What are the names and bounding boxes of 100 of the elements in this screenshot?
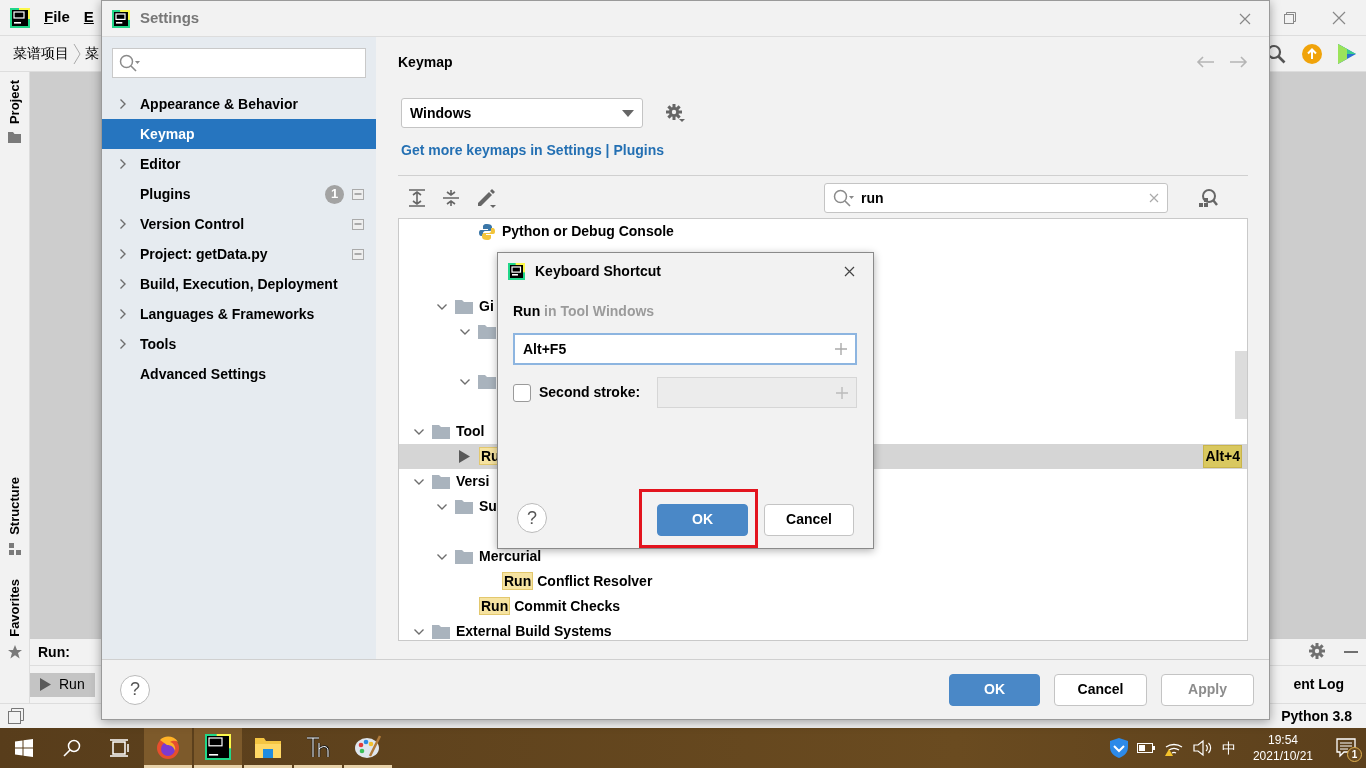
caret-icon	[622, 109, 634, 117]
app-logo	[112, 9, 130, 28]
action-label[interactable]: Versi	[456, 471, 490, 492]
shortcut-label: Alt+4	[1203, 445, 1242, 468]
shortcut-field[interactable]	[657, 377, 857, 408]
play-icon	[40, 678, 51, 691]
run-tab[interactable]: Run	[30, 672, 95, 697]
action-label[interactable]: Run Conflict Resolver	[502, 571, 653, 592]
restore-icon[interactable]	[1284, 11, 1296, 24]
checkbox[interactable]	[513, 383, 531, 402]
interpreter-label[interactable]: Python 3.8	[1281, 705, 1352, 727]
volume-icon[interactable]	[1192, 739, 1213, 757]
ok-button[interactable]: OK	[657, 503, 748, 536]
close-icon[interactable]	[844, 265, 855, 277]
windows-icon	[15, 739, 33, 757]
folder-icon	[432, 624, 450, 639]
plugins-link[interactable]: Get more keymaps in Settings | Plugins	[401, 142, 664, 158]
settings-category[interactable]: Plugins	[140, 183, 191, 205]
action-label[interactable]: Tool	[456, 421, 485, 442]
clock-time[interactable]: 19:54	[1267, 731, 1298, 748]
dialog-button[interactable]: Cancel	[1054, 673, 1147, 706]
breadcrumb-item[interactable]: 菜	[85, 43, 99, 64]
settings-category[interactable]: Advanced Settings	[140, 363, 267, 385]
checkbox-label[interactable]: Second stroke:	[539, 382, 641, 403]
help-button[interactable]: ?	[120, 674, 150, 705]
action-label[interactable]: External Build Systems	[456, 621, 612, 640]
app-logo	[508, 262, 525, 280]
page-title: Keymap	[398, 52, 453, 72]
dialog-title: Keyboard Shortcut	[535, 261, 661, 281]
search-field[interactable]: run	[824, 183, 1168, 213]
app-logo	[10, 7, 30, 28]
action-label[interactable]: Gi	[479, 296, 494, 317]
side-tab[interactable]: Favorites	[4, 579, 25, 637]
breadcrumb-separator-icon	[73, 42, 81, 65]
search-icon	[833, 189, 855, 207]
settings-category[interactable]: Tools	[140, 333, 177, 355]
shield-icon[interactable]	[1109, 738, 1128, 758]
folder-icon[interactable]	[255, 735, 281, 758]
action-title: Run in Tool Windows	[513, 302, 656, 321]
firefox-icon[interactable]	[155, 733, 181, 760]
folder-icon	[455, 299, 473, 314]
settings-category[interactable]: Build, Execution, Deployment	[140, 273, 338, 295]
folder-icon	[478, 324, 496, 339]
side-tab[interactable]: Project	[4, 80, 25, 125]
settings-category[interactable]: Editor	[140, 153, 181, 175]
tool-window-label[interactable]: ent Log	[1293, 674, 1344, 695]
find-shortcut-icon[interactable]	[1198, 188, 1218, 208]
star-icon	[7, 645, 22, 659]
keymap-dropdown[interactable]: Windows	[401, 98, 643, 128]
structure-icon	[8, 543, 21, 556]
action-label[interactable]: Su	[479, 496, 497, 517]
ok-button[interactable]: OK	[949, 673, 1040, 706]
folder-icon	[8, 132, 21, 144]
settings-category[interactable]: Languages & Frameworks	[140, 303, 315, 325]
play-icon	[458, 450, 470, 463]
collapse-all-icon[interactable]	[442, 189, 460, 207]
pycharm-icon	[205, 733, 231, 760]
play-logo-icon[interactable]	[1338, 43, 1356, 64]
taskbar-app[interactable]	[194, 728, 242, 768]
battery-icon[interactable]	[1136, 742, 1155, 754]
update-count: 1	[325, 184, 344, 204]
window-title: Settings	[140, 8, 200, 29]
settings-icon[interactable]	[1308, 642, 1328, 662]
settings-category[interactable]: Keymap	[140, 123, 195, 145]
settings-category[interactable]: Version Control	[140, 213, 245, 235]
palette-icon[interactable]	[354, 733, 382, 760]
menu-item[interactable]: E	[83, 6, 94, 29]
scrollbar[interactable]	[1235, 351, 1247, 419]
python-icon	[478, 222, 496, 241]
folder-icon	[432, 474, 450, 489]
action-label[interactable]: Mercurial	[479, 546, 542, 567]
notification-count: 1	[1347, 747, 1362, 762]
folder-icon	[432, 424, 450, 439]
input-method-indicator[interactable]: 中	[1221, 737, 1236, 759]
menu-item[interactable]: File	[44, 6, 70, 29]
plus-icon	[835, 343, 847, 355]
action-label[interactable]: Python or Debug Console	[502, 221, 674, 242]
settings-category[interactable]: Appearance & Behavior	[140, 93, 298, 115]
search-icon	[119, 54, 141, 72]
folder-icon	[478, 374, 496, 389]
clock-date[interactable]: 2021/10/21	[1252, 748, 1313, 765]
settings-category[interactable]: Project: getData.py	[140, 243, 268, 265]
settings-icon[interactable]	[665, 103, 685, 123]
shortcut-field[interactable]: Alt+F5	[513, 333, 857, 365]
notification-icon[interactable]	[1336, 738, 1356, 758]
panel-title: Run:	[38, 642, 70, 662]
app-icon[interactable]	[305, 734, 331, 759]
side-tab[interactable]: Structure	[4, 477, 25, 536]
action-label[interactable]: Run Commit Checks	[479, 596, 621, 617]
expand-all-icon[interactable]	[408, 189, 426, 207]
plus-icon	[836, 386, 848, 399]
folder-icon	[455, 549, 473, 564]
cancel-button[interactable]: Cancel	[764, 503, 854, 536]
folder-icon	[455, 499, 473, 514]
breadcrumb-item[interactable]: 菜谱项目	[13, 43, 69, 64]
layout-icon[interactable]	[8, 708, 24, 724]
search-icon	[63, 739, 81, 757]
search-field[interactable]	[112, 48, 366, 78]
help-button[interactable]: ?	[517, 503, 547, 533]
pencil-icon[interactable]	[476, 188, 496, 208]
